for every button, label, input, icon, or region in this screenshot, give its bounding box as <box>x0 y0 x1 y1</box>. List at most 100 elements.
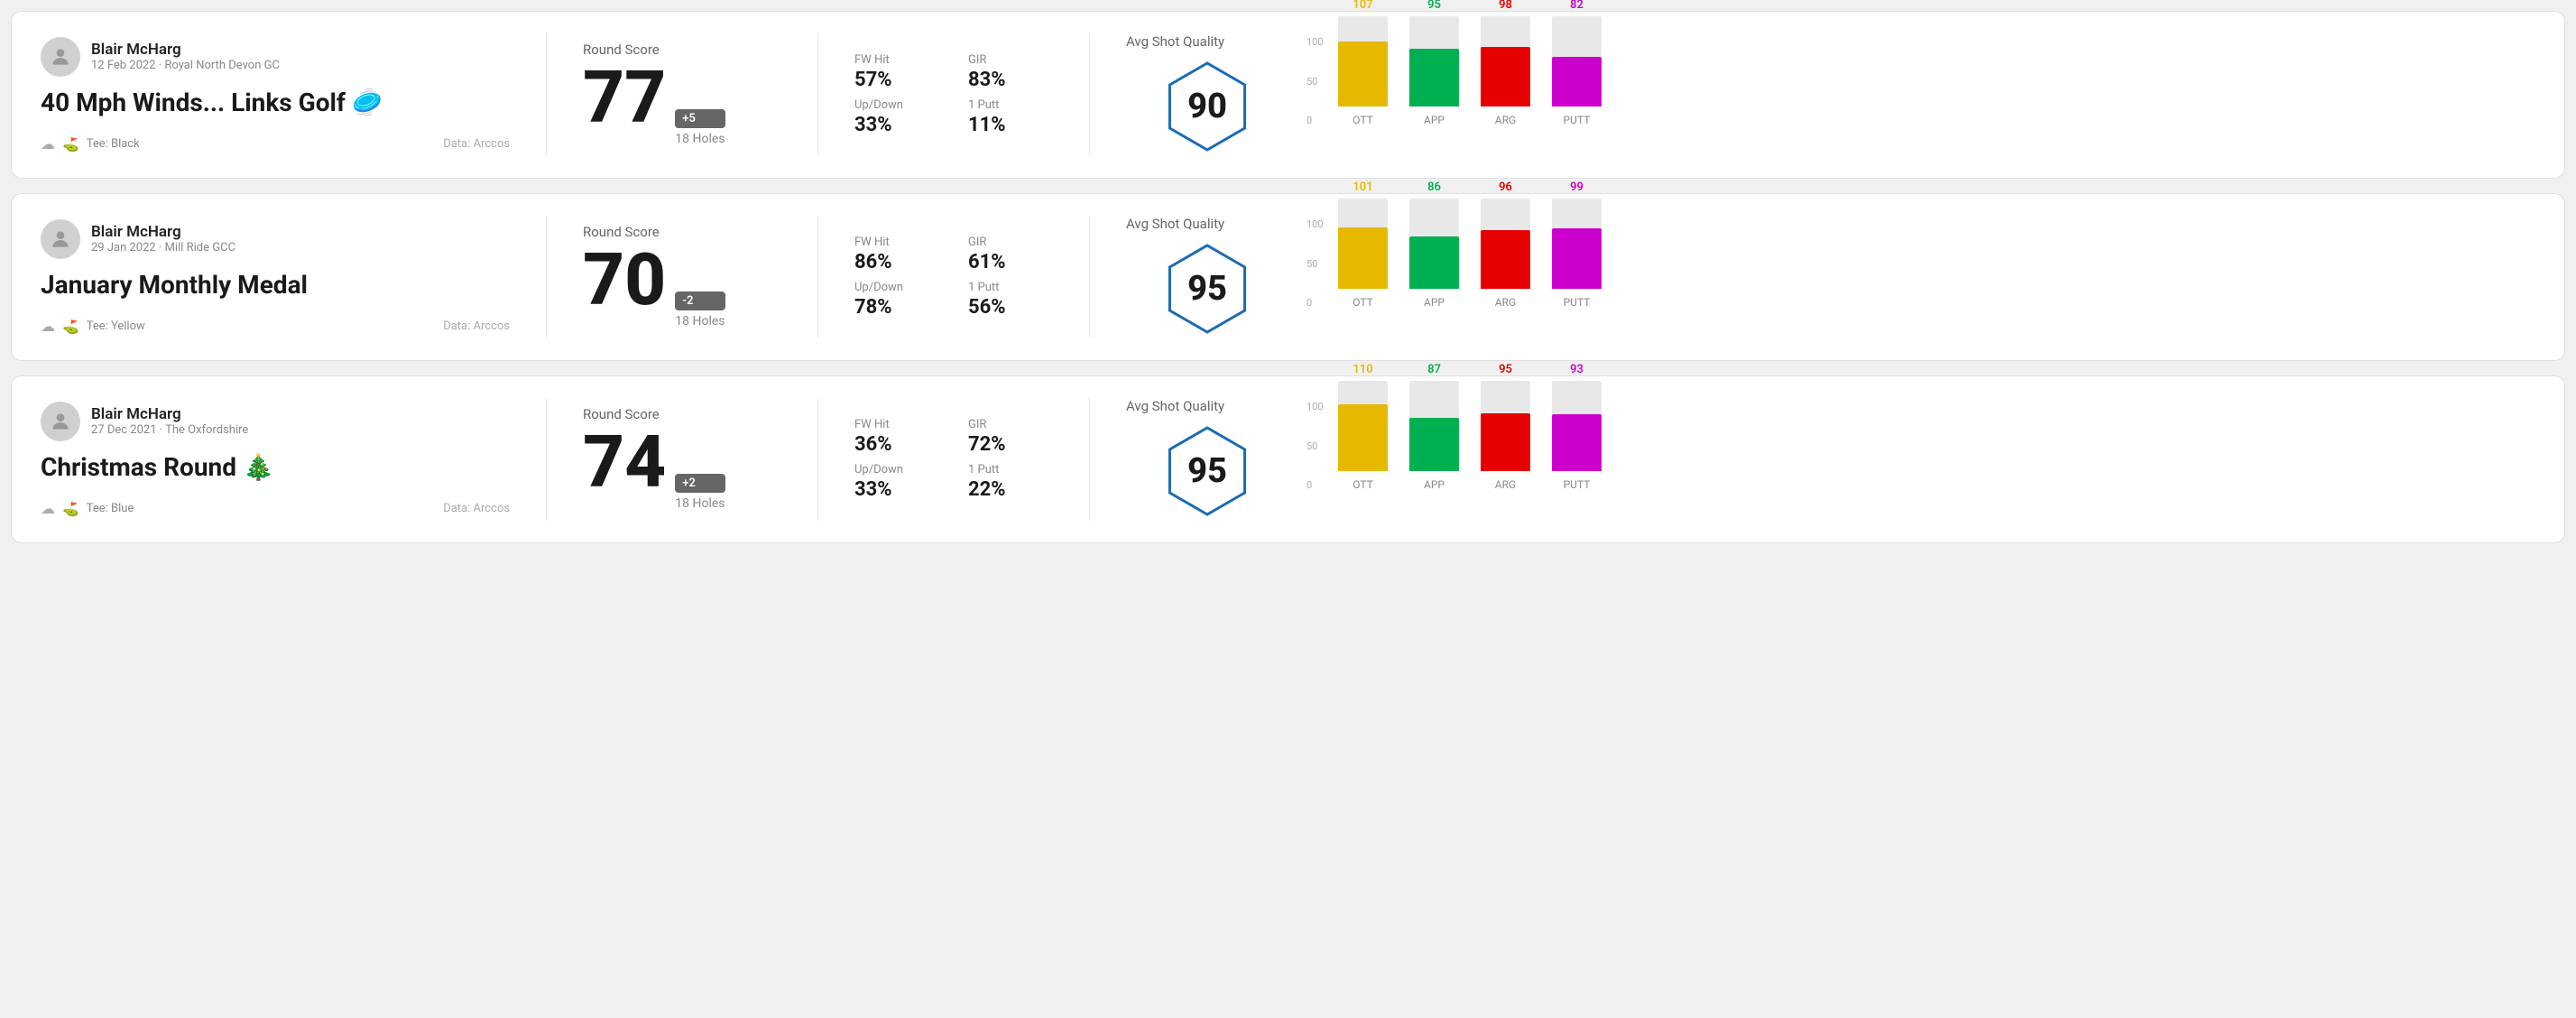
updown-label: Up/Down <box>854 463 939 477</box>
tee-label: Tee: Black <box>87 137 140 151</box>
divider-2 <box>817 398 818 521</box>
oneputt-label: 1 Putt <box>968 463 1053 477</box>
score-number: 74 <box>583 426 666 498</box>
bar-bg-app <box>1409 16 1459 106</box>
quality-label: Avg Shot Quality <box>1126 398 1224 414</box>
bar-val-app: 87 <box>1427 363 1441 376</box>
score-diff-badge: -2 <box>675 292 725 310</box>
bar-bg-arg <box>1481 16 1530 106</box>
avatar <box>41 402 80 441</box>
tee-row: ☁ ⛳ Tee: Yellow Data: Arccos <box>41 318 510 335</box>
gir-label: GIR <box>968 53 1053 67</box>
round-card-round2: Blair McHarg 29 Jan 2022 · Mill Ride GCC… <box>11 193 2565 361</box>
fw-hit-val: 36% <box>854 433 939 456</box>
bar-fill-putt <box>1552 57 1602 106</box>
bar-col-arg: 98 ARG <box>1481 16 1530 126</box>
bar-col-ott: 101 OTT <box>1338 199 1388 309</box>
stat-oneputt: 1 Putt 11% <box>968 98 1053 136</box>
user-icon <box>49 45 72 69</box>
bar-bg-ott <box>1338 381 1388 471</box>
bar-val-putt: 93 <box>1570 363 1583 376</box>
hexagon-container: 95 <box>1158 421 1257 521</box>
stats-section: FW Hit 36% GIR 72% Up/Down 33% 1 Putt 22… <box>854 418 1053 501</box>
updown-label: Up/Down <box>854 98 939 112</box>
oneputt-val: 22% <box>968 478 1053 501</box>
user-name: Blair McHarg <box>91 223 235 241</box>
bar-bg-putt <box>1552 381 1602 471</box>
bar-val-ott: 107 <box>1353 0 1372 12</box>
bar-fill-putt <box>1552 228 1602 289</box>
gir-label: GIR <box>968 236 1053 249</box>
bar-val-putt: 82 <box>1570 0 1583 12</box>
hexagon-container: 95 <box>1158 239 1257 338</box>
stat-fw-hit: FW Hit 86% <box>854 236 939 273</box>
avatar <box>41 37 80 77</box>
updown-val: 33% <box>854 478 939 501</box>
gir-val: 61% <box>968 251 1053 273</box>
bag-icon: ⛳ <box>62 136 79 153</box>
y-axis-labels: 100 50 0 <box>1306 218 1324 309</box>
oneputt-label: 1 Putt <box>968 281 1053 294</box>
y-label-0: 0 <box>1306 479 1324 491</box>
y-label-0: 0 <box>1306 115 1324 126</box>
score-badge-col: -2 18 Holes <box>675 292 725 329</box>
y-axis-labels: 100 50 0 <box>1306 401 1324 491</box>
updown-val: 33% <box>854 114 939 136</box>
oneputt-val: 56% <box>968 296 1053 319</box>
user-meta: 29 Jan 2022 · Mill Ride GCC <box>91 241 235 255</box>
bar-col-app: 87 APP <box>1409 381 1459 491</box>
hexagon-score: 95 <box>1187 451 1227 491</box>
score-section: Round Score 74 +2 18 Holes <box>583 406 781 513</box>
y-label-50: 50 <box>1306 76 1324 88</box>
user-info: Blair McHarg 29 Jan 2022 · Mill Ride GCC <box>91 223 235 255</box>
user-name: Blair McHarg <box>91 405 248 423</box>
bar-col-app: 86 APP <box>1409 199 1459 309</box>
gir-val: 72% <box>968 433 1053 456</box>
bar-col-ott: 110 OTT <box>1338 381 1388 491</box>
stat-updown: Up/Down 33% <box>854 463 939 501</box>
divider-3 <box>1089 33 1090 156</box>
score-section: Round Score 77 +5 18 Holes <box>583 42 781 148</box>
stat-updown: Up/Down 33% <box>854 98 939 136</box>
bar-chart-area: 100 50 0 110 OTT 87 APP 95 <box>1306 401 2535 518</box>
fw-hit-label: FW Hit <box>854 236 939 249</box>
bar-xlabel-ott: OTT <box>1353 114 1373 126</box>
fw-hit-label: FW Hit <box>854 53 939 67</box>
stat-updown: Up/Down 78% <box>854 281 939 319</box>
user-meta: 27 Dec 2021 · The Oxfordshire <box>91 423 248 437</box>
bar-col-putt: 99 PUTT <box>1552 199 1602 309</box>
bar-xlabel-ott: OTT <box>1353 478 1373 491</box>
user-name: Blair McHarg <box>91 41 280 59</box>
holes-label: 18 Holes <box>675 132 725 146</box>
user-row: Blair McHarg 27 Dec 2021 · The Oxfordshi… <box>41 402 510 441</box>
quality-section: Avg Shot Quality 95 <box>1126 216 1288 338</box>
y-label-50: 50 <box>1306 258 1324 270</box>
divider-1 <box>546 33 547 156</box>
bar-xlabel-arg: ARG <box>1495 296 1516 309</box>
bar-val-putt: 99 <box>1570 180 1583 194</box>
bar-xlabel-arg: ARG <box>1495 114 1516 126</box>
holes-label: 18 Holes <box>675 314 725 329</box>
bar-chart-area: 100 50 0 101 OTT 86 APP 96 <box>1306 218 2535 336</box>
hexagon-container: 90 <box>1158 57 1257 156</box>
bar-col-arg: 95 ARG <box>1481 381 1530 491</box>
tee-icons: ☁ ⛳ Tee: Black <box>41 135 140 153</box>
bar-val-ott: 101 <box>1353 180 1372 194</box>
bag-icon: ⛳ <box>62 319 79 335</box>
fw-hit-label: FW Hit <box>854 418 939 431</box>
bar-col-app: 95 APP <box>1409 16 1459 126</box>
score-number: 77 <box>583 61 666 134</box>
user-icon <box>49 410 72 433</box>
bar-col-arg: 96 ARG <box>1481 199 1530 309</box>
weather-icon: ☁ <box>41 318 55 335</box>
stat-oneputt: 1 Putt 22% <box>968 463 1053 501</box>
tee-label: Tee: Yellow <box>87 319 145 333</box>
round-card-round3: Blair McHarg 27 Dec 2021 · The Oxfordshi… <box>11 375 2565 543</box>
bar-fill-app <box>1409 49 1459 106</box>
left-section-round1: Blair McHarg 12 Feb 2022 · Royal North D… <box>41 37 510 153</box>
stats-grid: FW Hit 36% GIR 72% Up/Down 33% 1 Putt 22… <box>854 418 1053 501</box>
score-diff-badge: +2 <box>675 474 725 493</box>
stat-oneputt: 1 Putt 56% <box>968 281 1053 319</box>
bar-fill-putt <box>1552 414 1602 471</box>
bar-fill-ott <box>1338 42 1388 106</box>
